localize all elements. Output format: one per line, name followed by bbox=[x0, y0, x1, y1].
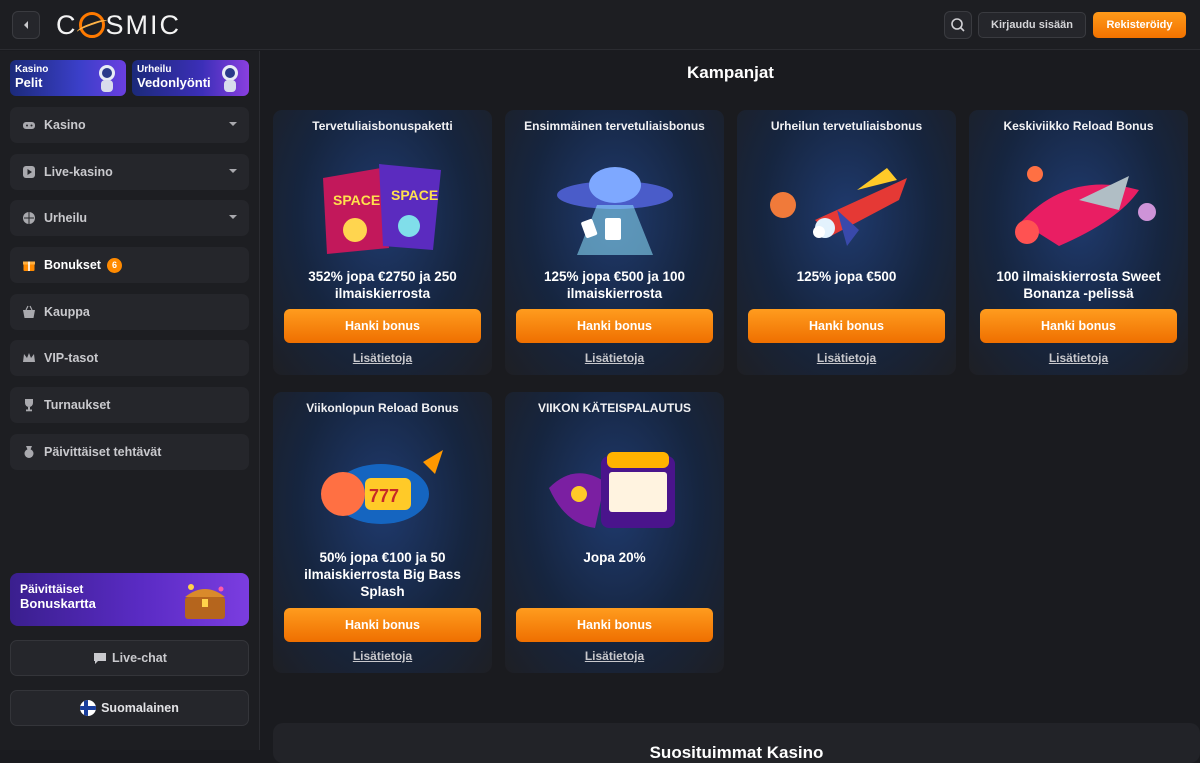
section-title: Suosituimmat Kasino bbox=[649, 743, 824, 762]
card-title: Tervetuliaisbonuspaketti bbox=[312, 119, 453, 133]
jackpot-machine-icon bbox=[549, 452, 675, 528]
get-bonus-button[interactable]: Hanki bonus bbox=[516, 608, 713, 642]
gift-icon bbox=[22, 258, 36, 272]
sidebar-item-label: Kauppa bbox=[44, 305, 90, 319]
main-content: Kampanjat Tervetuliaisbonuspaketti SPACE… bbox=[261, 51, 1200, 763]
more-info-link[interactable]: Lisätietoja bbox=[273, 649, 492, 663]
promo-card-sports-welcome: Urheilun tervetuliaisbonus 125% jopa €50… bbox=[737, 110, 956, 375]
more-info-link[interactable]: Lisätietoja bbox=[273, 351, 492, 365]
space-food-snacks-icon: SPACE SPACE bbox=[323, 164, 441, 254]
ball-icon bbox=[22, 211, 36, 225]
spaceship-icon bbox=[1015, 166, 1156, 246]
collapse-sidebar-button[interactable] bbox=[12, 11, 40, 39]
card-offer: Jopa 20% bbox=[583, 550, 646, 565]
sidebar-item-label: Kasino bbox=[44, 118, 86, 132]
sidebar-item-casino[interactable]: Kasino bbox=[10, 107, 249, 143]
more-info-link[interactable]: Lisätietoja bbox=[505, 649, 724, 663]
chevron-down-icon bbox=[229, 122, 237, 126]
astronaut-icon bbox=[222, 65, 238, 92]
language-label: Suomalainen bbox=[101, 701, 179, 715]
promo-card-wednesday-reload: Keskiviikko Reload Bonus 100 ilmaiskierr… bbox=[969, 110, 1188, 375]
treasure-chest-icon bbox=[185, 584, 225, 619]
promo-card-welcome-package: Tervetuliaisbonuspaketti SPACE SPACE 352… bbox=[273, 110, 492, 375]
page-title: Kampanjat bbox=[687, 63, 774, 82]
card-title: Urheilun tervetuliaisbonus bbox=[770, 119, 923, 133]
sidebar-item-bonuses[interactable]: Bonukset 6 bbox=[10, 247, 249, 283]
get-bonus-button[interactable]: Hanki bonus bbox=[516, 309, 713, 343]
get-bonus-button[interactable]: Hanki bonus bbox=[748, 309, 945, 343]
card-offer: 352% jopa €2750 ja 250 ilmaiskierrosta bbox=[308, 269, 457, 301]
card-title: Keskiviikko Reload Bonus bbox=[1003, 119, 1154, 133]
sidebar-item-sports[interactable]: Urheilu bbox=[10, 200, 249, 236]
card-title: Ensimmäinen tervetuliaisbonus bbox=[524, 119, 705, 133]
popular-casino-section: Suosituimmat Kasino bbox=[273, 723, 1200, 763]
sidebar-item-tournaments[interactable]: Turnaukset bbox=[10, 387, 249, 423]
card-offer: 125% jopa €500 ja 100 ilmaiskierrosta bbox=[543, 269, 686, 301]
promo-casino-games[interactable]: Kasino Pelit bbox=[10, 60, 126, 96]
sidebar-item-vip[interactable]: VIP-tasot bbox=[10, 340, 249, 376]
card-title: Viikonlopun Reload Bonus bbox=[306, 401, 459, 415]
svg-text:SPACE: SPACE bbox=[333, 192, 380, 208]
trophy-icon bbox=[22, 398, 36, 412]
sidebar-item-label: VIP-tasot bbox=[44, 351, 99, 365]
promo-card-weekly-cashback: VIIKON KÄTEISPALAUTUS Jopa 20% Hanki bon… bbox=[505, 392, 724, 673]
login-button[interactable]: Kirjaudu sisään bbox=[978, 12, 1086, 38]
live-chat-button[interactable]: Live-chat bbox=[10, 640, 249, 676]
card-title: VIIKON KÄTEISPALAUTUS bbox=[537, 401, 692, 415]
sidebar-item-daily-tasks[interactable]: Päivittäiset tehtävät bbox=[10, 434, 249, 470]
sidebar-item-label: Live-kasino bbox=[44, 165, 113, 179]
sidebar-item-live-casino[interactable]: Live-kasino bbox=[10, 154, 249, 190]
more-info-link[interactable]: Lisätietoja bbox=[737, 351, 956, 365]
card-offer: 100 ilmaiskierrosta Sweet Bonanza -pelis… bbox=[996, 269, 1161, 301]
planet-icon bbox=[78, 12, 105, 38]
slot-blaster-icon: 777 bbox=[321, 450, 443, 524]
sidebar-item-shop[interactable]: Kauppa bbox=[10, 294, 249, 330]
chevron-down-icon bbox=[229, 169, 237, 173]
logo[interactable]: C SMIC bbox=[56, 10, 181, 40]
sidebar-item-label: Turnaukset bbox=[44, 398, 111, 412]
chevron-left-icon bbox=[24, 21, 28, 29]
sidebar-item-label: Päivittäiset tehtävät bbox=[44, 445, 162, 459]
sidebar-item-label: Bonukset bbox=[44, 258, 101, 272]
language-selector[interactable]: Suomalainen bbox=[10, 690, 249, 726]
sidebar-item-label: Urheilu bbox=[44, 211, 88, 225]
live-chat-label: Live-chat bbox=[112, 651, 167, 665]
card-offer: 50% jopa €100 ja 50 ilmaiskierrosta Big … bbox=[304, 550, 461, 599]
get-bonus-button[interactable]: Hanki bonus bbox=[980, 309, 1177, 343]
gamepad-icon bbox=[22, 118, 36, 132]
chat-bubble-icon bbox=[94, 653, 107, 664]
chevron-down-icon bbox=[229, 215, 237, 219]
get-bonus-button[interactable]: Hanki bonus bbox=[284, 309, 481, 343]
crown-icon bbox=[22, 351, 36, 365]
more-info-link[interactable]: Lisätietoja bbox=[969, 351, 1188, 365]
medal-icon bbox=[22, 445, 36, 459]
top-bar: C SMIC Kirjaudu sisään Rekisteröidy bbox=[0, 0, 1200, 50]
svg-text:777: 777 bbox=[369, 486, 399, 506]
more-info-link[interactable]: Lisätietoja bbox=[505, 351, 724, 365]
play-icon bbox=[22, 165, 36, 179]
search-button[interactable] bbox=[944, 11, 972, 39]
promo-sports-betting[interactable]: Urheilu Vedonlyönti bbox=[132, 60, 249, 96]
finland-flag-icon bbox=[80, 700, 97, 716]
register-button[interactable]: Rekisteröidy bbox=[1093, 12, 1186, 38]
promo-card-first-welcome: Ensimmäinen tervetuliaisbonus 125% jopa … bbox=[505, 110, 724, 375]
get-bonus-button[interactable]: Hanki bonus bbox=[284, 608, 481, 642]
ufo-icon bbox=[557, 167, 673, 255]
rocket-ship-icon bbox=[770, 168, 907, 246]
search-icon bbox=[951, 18, 965, 32]
astronaut-icon bbox=[99, 65, 115, 92]
sidebar: Kasino Pelit Urheilu Vedonlyönti Kasino … bbox=[0, 51, 260, 750]
basket-icon bbox=[22, 305, 36, 319]
bonus-count-badge: 6 bbox=[106, 257, 122, 273]
card-offer: 125% jopa €500 bbox=[796, 269, 897, 284]
promo-card-weekend-reload: Viikonlopun Reload Bonus 777 50% jopa €1… bbox=[273, 392, 492, 673]
svg-text:SPACE: SPACE bbox=[391, 187, 438, 203]
daily-bonus-map-banner[interactable]: Päivittäiset Bonuskartta bbox=[10, 573, 249, 626]
